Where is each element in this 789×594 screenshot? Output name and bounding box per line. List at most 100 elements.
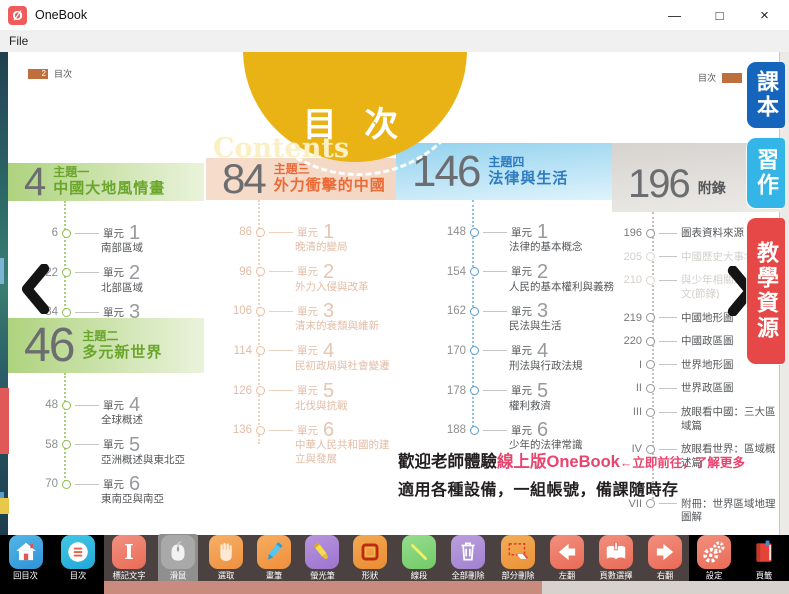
unit-title: 南部區域 bbox=[101, 242, 204, 256]
left-edge-tab bbox=[0, 258, 4, 284]
home-tool[interactable]: 回目次 bbox=[6, 534, 46, 583]
topic-header[interactable]: 46主題二多元新世界 bbox=[8, 318, 204, 373]
pen-icon bbox=[257, 535, 291, 569]
title-bar: Ø OneBook — □ × bbox=[0, 0, 789, 30]
entry-dot-icon bbox=[256, 426, 265, 435]
maximize-button[interactable]: □ bbox=[697, 0, 742, 30]
arrow-left-tool[interactable]: 左翻 bbox=[547, 534, 587, 583]
tool-label: 左翻 bbox=[558, 569, 575, 581]
entry-page-number: 210 bbox=[612, 274, 642, 286]
toc-entry[interactable]: 48單元4全球概述 bbox=[28, 397, 204, 428]
unit-title: 北部區域 bbox=[101, 282, 204, 296]
arrow-right-tool[interactable]: 右翻 bbox=[645, 534, 685, 583]
toc-entry[interactable]: 96單元2外力入侵與改革 bbox=[222, 264, 396, 295]
entry-page-number: II bbox=[612, 382, 642, 394]
unit-label: 單元 bbox=[103, 477, 124, 492]
tool-label: 全部刪除 bbox=[451, 569, 484, 581]
unit-title: 民初政局與社會變遷 bbox=[295, 360, 396, 374]
dotted-line bbox=[64, 373, 66, 485]
appendix-entry-title: 附冊：世界區域地理圖解 bbox=[681, 498, 779, 525]
highlighter-tool[interactable]: 螢光筆 bbox=[302, 534, 342, 583]
trash-tool[interactable]: 全部刪除 bbox=[447, 534, 489, 583]
tab-teaching-resources[interactable]: 教學資源 bbox=[747, 218, 785, 364]
entry-dot-icon bbox=[256, 267, 265, 276]
entry-page-number: 136 bbox=[222, 424, 252, 436]
entry-page-number: 148 bbox=[436, 226, 466, 238]
arrow-right-icon bbox=[648, 535, 682, 569]
unit-title: 東南亞與南亞 bbox=[101, 493, 204, 507]
unit-number: 2 bbox=[537, 262, 548, 282]
toc-entry[interactable]: 58單元5亞洲概述與東北亞 bbox=[28, 437, 204, 468]
text-mark-icon: I bbox=[112, 535, 146, 569]
mouse-tool[interactable]: 滑鼠 bbox=[158, 534, 198, 583]
prev-page-arrow[interactable] bbox=[20, 264, 50, 319]
unit-number: 3 bbox=[323, 301, 334, 321]
hand-tool[interactable]: 選取 bbox=[206, 534, 246, 583]
toc-entry[interactable]: 126單元5北伐與抗戰 bbox=[222, 383, 396, 414]
toc-entry[interactable]: 170單元4刑法與行政法規 bbox=[436, 343, 616, 374]
toolbar-section-tools: I標記文字滑鼠 選取畫筆螢光筆形狀線段全部刪除 部分刪除 左翻 頁數選擇右翻 bbox=[104, 535, 689, 581]
shape-tool[interactable]: 形狀 bbox=[350, 534, 390, 583]
toc-entry[interactable]: 22單元2北部區域 bbox=[28, 265, 204, 296]
entry-dot-icon bbox=[646, 252, 655, 261]
unit-label: 單元 bbox=[511, 383, 532, 398]
toc-entry[interactable]: 70單元6東南亞與南亞 bbox=[28, 476, 204, 507]
unit-number: 5 bbox=[129, 435, 140, 455]
promo-link[interactable]: ←立即前往，了解更多 bbox=[620, 456, 745, 470]
entry-page-number: 178 bbox=[436, 385, 466, 397]
toc-entry[interactable]: 86單元1晚清的變局 bbox=[222, 224, 396, 255]
text-mark-tool[interactable]: I標記文字 bbox=[108, 534, 150, 583]
toc-entry[interactable]: 136單元6中華人民共和國的建立與發展 bbox=[222, 422, 396, 466]
topic-number: 84 bbox=[222, 158, 265, 200]
unit-title: 晚清的變局 bbox=[295, 241, 396, 255]
unit-label: 單元 bbox=[511, 304, 532, 319]
appendix-label: 附錄 bbox=[698, 178, 726, 198]
appendix-number: 196 bbox=[628, 164, 689, 204]
toc-entry[interactable]: 154單元2人民的基本權利與義務 bbox=[436, 264, 616, 295]
entry-page-number: 48 bbox=[28, 399, 58, 411]
entry-dot-icon bbox=[256, 228, 265, 237]
toc-entry[interactable]: 162單元3民法與生活 bbox=[436, 303, 616, 334]
line-tool[interactable]: 線段 bbox=[399, 534, 439, 583]
toc-entry[interactable]: 148單元1法律的基本概念 bbox=[436, 224, 616, 255]
minimize-button[interactable]: — bbox=[652, 0, 697, 30]
entry-page-number: 126 bbox=[222, 385, 252, 397]
entry-dot-icon bbox=[62, 268, 71, 277]
unit-number: 3 bbox=[537, 301, 548, 321]
list-tool[interactable]: 目次 bbox=[58, 534, 98, 583]
entry-page-number: 220 bbox=[612, 335, 642, 347]
mouse-icon bbox=[161, 535, 195, 569]
tab-workbook[interactable]: 習作 bbox=[747, 138, 785, 208]
entry-dot-icon bbox=[646, 229, 655, 238]
unit-number: 5 bbox=[537, 381, 548, 401]
left-page-edge[interactable] bbox=[0, 52, 8, 535]
line-icon bbox=[402, 535, 436, 569]
unit-label: 單元 bbox=[297, 343, 318, 358]
hand-icon bbox=[209, 535, 243, 569]
close-button[interactable]: × bbox=[742, 0, 787, 30]
toc-entry[interactable]: 178單元5權利救濟 bbox=[436, 383, 616, 414]
bookmark-tool[interactable]: 頁籤 bbox=[744, 534, 784, 583]
toc-entry[interactable]: 6單元1南部區域 bbox=[28, 225, 204, 256]
entry-page-number: 188 bbox=[436, 424, 466, 436]
topic-header[interactable]: 4主題一中國大地風情畫 bbox=[8, 163, 204, 201]
open-book-tool[interactable]: 頁數選擇 bbox=[595, 534, 637, 583]
appendix-entry[interactable]: III放眼看中國：三大區域篇 bbox=[612, 405, 780, 433]
gear-tool[interactable]: 設定 bbox=[694, 534, 734, 583]
promo-line2: 適用各種設備，一組帳號，備課隨時存 bbox=[398, 476, 752, 500]
menu-file[interactable]: File bbox=[0, 34, 37, 48]
appendix-entry[interactable]: VII附冊：世界區域地理圖解 bbox=[612, 497, 780, 525]
toc-entry[interactable]: 106單元3清末的衰頹與維新 bbox=[222, 303, 396, 334]
entry-dot-icon bbox=[646, 499, 655, 508]
appendix-entry[interactable]: II世界政區圖 bbox=[612, 381, 780, 396]
topic-title: 外力衝擊的中國 bbox=[274, 177, 386, 196]
toc-entry[interactable]: 114單元4民初政局與社會變遷 bbox=[222, 343, 396, 374]
entry-page-number: 58 bbox=[28, 439, 58, 451]
tool-label: 滑鼠 bbox=[170, 569, 187, 581]
tool-label: 部分刪除 bbox=[501, 569, 534, 581]
menu-bar: File bbox=[0, 30, 789, 52]
eraser-tool[interactable]: 部分刪除 bbox=[497, 534, 539, 583]
tab-textbook[interactable]: 課本 bbox=[747, 62, 785, 128]
topic-column: 146主題四法律與生活148單元1法律的基本概念154單元2人民的基本權利與義務… bbox=[396, 143, 616, 462]
pen-tool[interactable]: 畫筆 bbox=[254, 534, 294, 583]
